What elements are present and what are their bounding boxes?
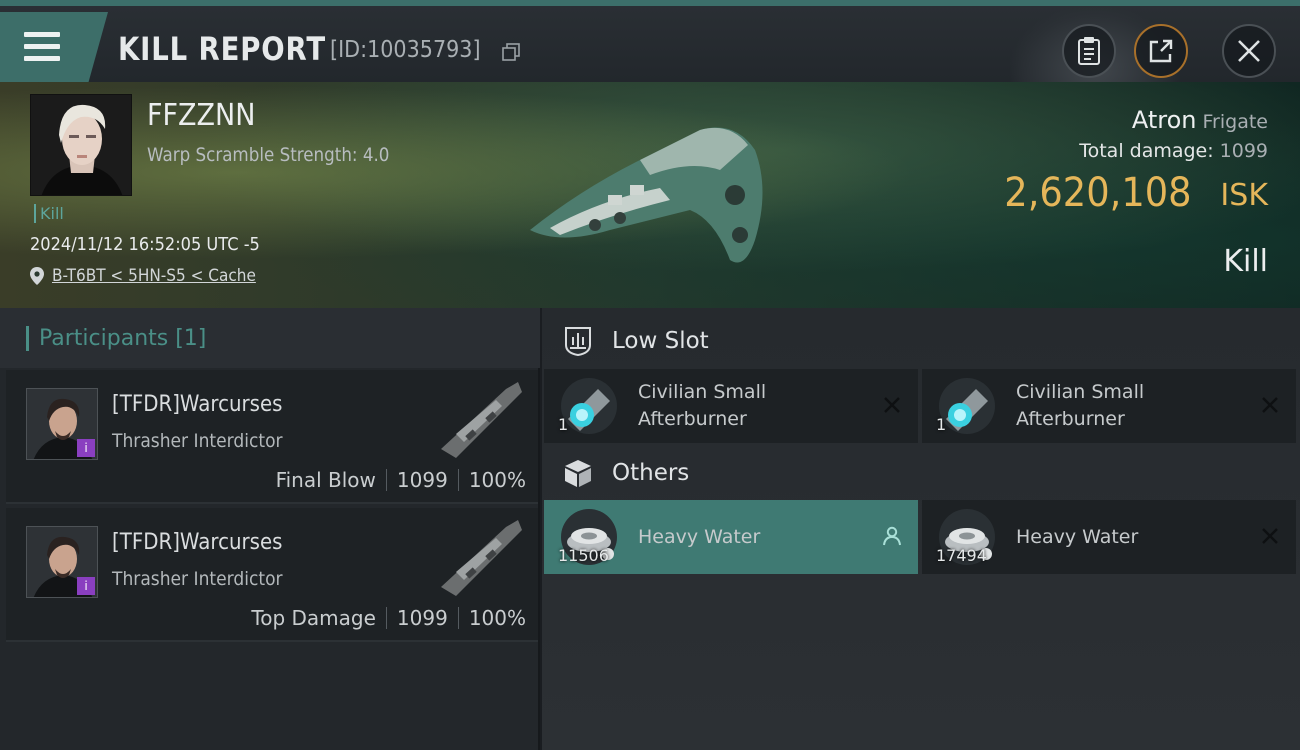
portrait-icon [31,95,131,195]
participant-name[interactable]: [TFDR]Warcurses [112,392,282,417]
clipboard-button[interactable] [1062,24,1116,78]
participant-percent: 100% [468,468,526,492]
fittings-panel: Low Slot 1 Civilian Small Afterburner 1 … [542,308,1300,750]
destroyed-marker [880,393,904,417]
others-title: Others [612,460,690,486]
item-name-line1: Civilian Small [1016,381,1145,403]
fitting-item[interactable]: 1 Civilian Small Afterburner [922,369,1296,443]
page-title: KILL REPORT [118,30,326,68]
kill-tag: Kill [34,204,64,223]
close-icon [1262,528,1278,544]
low-slot-title: Low Slot [612,328,709,354]
report-id: [ID:10035793] [330,37,481,63]
kill-datetime: 2024/11/12 16:52:05 UTC -5 [30,234,260,255]
participant-role: Top Damage [251,606,376,630]
total-damage-label: Total damage: [1079,140,1214,162]
clipboard-icon [1078,37,1100,65]
others-header: Others [542,442,1300,504]
participant-row[interactable]: i [TFDR]Warcurses Thrasher Interdictor T… [6,508,538,642]
isk-value: 2,620,108 [1004,170,1192,216]
item-quantity: 11506 [558,546,609,565]
isk-unit: ISK [1220,178,1268,213]
location-link[interactable]: B-T6BT < 5HN-S5 < Cache [52,266,256,286]
participant-ship-image [441,520,522,596]
location-pin-icon [30,267,44,285]
participant-avatar[interactable]: i [26,388,98,460]
participant-ship-image [441,382,522,458]
item-quantity: 17494 [936,546,987,565]
item-name: Heavy Water [638,526,761,548]
item-name: Heavy Water [1016,526,1139,548]
close-icon [1238,40,1260,62]
menu-button[interactable] [0,12,108,82]
participant-ship: Thrasher Interdictor [112,568,283,590]
share-icon [1149,39,1173,63]
item-name: Civilian Small Afterburner [1016,379,1144,433]
participant-ship: Thrasher Interdictor [112,430,283,452]
close-icon [884,397,900,413]
item-name: Civilian Small Afterburner [638,379,766,433]
dropped-marker [880,524,904,548]
participant-stats: Top Damage 1099 100% [251,606,526,630]
destroyed-marker [1258,524,1282,548]
info-badge-icon: i [77,439,95,457]
participant-stats: Final Blow 1099 100% [276,468,526,492]
person-icon [883,526,901,546]
kill-location[interactable]: B-T6BT < 5HN-S5 < Cache [30,266,279,286]
divider [457,469,459,491]
participants-title: Participants [1] [26,326,206,351]
participant-damage: 1099 [396,606,448,630]
participant-avatar[interactable]: i [26,526,98,598]
victim-ship: Atron Frigate [1132,106,1268,134]
result-label: Kill [1223,244,1268,279]
participant-name[interactable]: [TFDR]Warcurses [112,530,282,555]
participant-row[interactable]: i [TFDR]Warcurses Thrasher Interdictor F… [6,370,538,504]
participant-role: Final Blow [275,468,376,492]
item-name-line2: Afterburner [638,408,747,430]
total-damage-value: 1099 [1219,140,1268,162]
participants-header: Participants [1] [0,308,540,368]
ship-name: Atron [1131,106,1197,134]
fitting-item[interactable]: 17494 Heavy Water [922,500,1296,574]
low-slot-icon [565,327,591,357]
divider [457,607,459,629]
hamburger-menu-icon [24,32,62,62]
share-button[interactable] [1134,24,1188,78]
divider [385,469,387,491]
info-badge-icon: i [77,577,95,595]
copy-icon[interactable] [502,43,520,61]
total-damage: Total damage: 1099 [1079,140,1268,162]
close-icon [1262,397,1278,413]
item-quantity: 1 [558,415,569,434]
item-name-line2: Afterburner [1016,408,1125,430]
victim-avatar[interactable] [30,94,132,196]
victim-ship-image [530,127,763,263]
title-bar: KILL REPORT [ID:10035793] [0,0,1300,86]
low-slot-header: Low Slot [542,310,1300,372]
item-name-line1: Civilian Small [638,381,767,403]
divider [385,607,387,629]
participants-panel: Participants [1] i [TFDR]Warcurses Thras… [0,308,540,750]
destroyed-marker [1258,393,1282,417]
victim-name: FFZZNN [147,98,256,133]
kill-summary-banner: FFZZNN Warp Scramble Strength: 4.0 Kill … [0,82,1300,308]
item-quantity: 1 [936,415,947,434]
participant-percent: 100% [468,606,526,630]
fitting-item[interactable]: 1 Civilian Small Afterburner [544,369,918,443]
warp-scramble-strength: Warp Scramble Strength: 4.0 [147,144,390,166]
close-button[interactable] [1222,24,1276,78]
participant-damage: 1099 [396,468,448,492]
fitting-item[interactable]: 11506 Heavy Water [544,500,918,574]
cargo-box-icon [565,460,591,487]
ship-class: Frigate [1202,111,1268,133]
